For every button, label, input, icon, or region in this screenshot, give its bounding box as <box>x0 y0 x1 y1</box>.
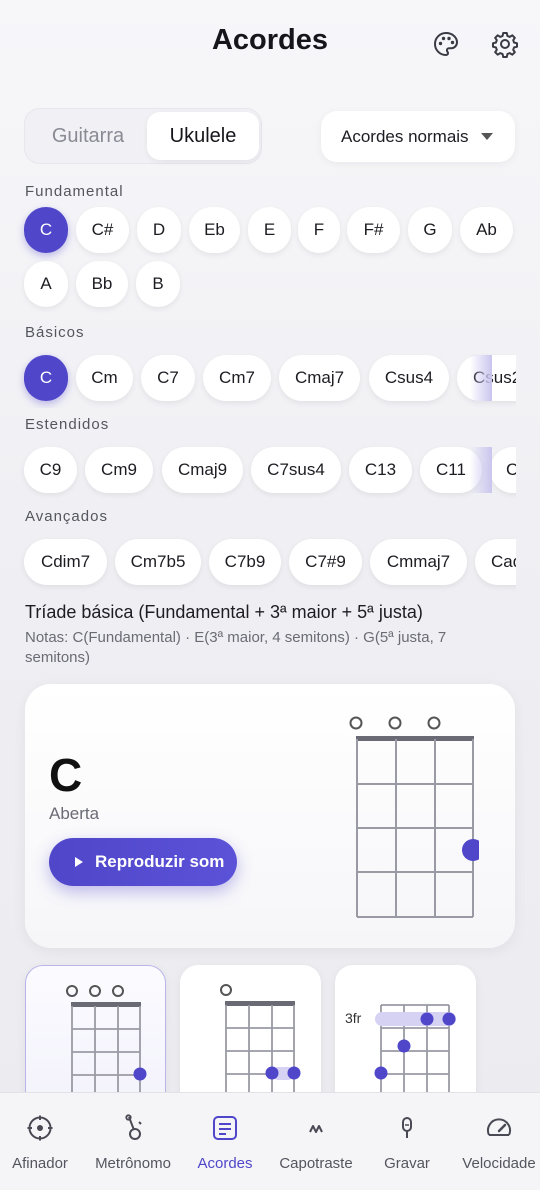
play-sound-button[interactable]: Reproduzir som <box>49 838 237 886</box>
microphone-icon <box>392 1113 422 1143</box>
chord-chip-cm9[interactable]: Cm9 <box>85 447 153 493</box>
instrument-ukulele-tab[interactable]: Ukulele <box>147 112 259 160</box>
tuner-icon <box>25 1113 55 1143</box>
chord-notes: Notas: C(Fundamental) · E(3ª maior, 4 se… <box>25 629 447 666</box>
chord-chip-c7sus4[interactable]: C7sus4 <box>251 447 341 493</box>
nav-label: Metrônomo <box>95 1155 171 1172</box>
chord-chip-cdim7[interactable]: Cdim7 <box>24 539 107 585</box>
palette-icon[interactable] <box>430 28 462 60</box>
chord-mode-dropdown[interactable]: Acordes normais <box>321 111 515 162</box>
gear-icon[interactable] <box>489 28 521 60</box>
play-icon <box>75 857 83 867</box>
play-label: Reproduzir som <box>95 852 225 871</box>
root-chip-d[interactable]: D <box>137 207 181 253</box>
nav-item-gravar[interactable]: Gravar <box>368 1093 446 1190</box>
nut <box>356 736 474 741</box>
chord-diagram <box>349 716 479 918</box>
section-label-avancados: Avançados <box>25 508 108 525</box>
chord-chip-cmaj9[interactable]: Cmaj9 <box>162 447 243 493</box>
root-chip-b[interactable]: B <box>136 261 180 307</box>
chords-icon <box>210 1113 240 1143</box>
chevron-down-icon <box>481 133 493 140</box>
finger-dot <box>462 839 479 861</box>
root-chip-c[interactable]: C <box>24 207 68 253</box>
nav-label: Afinador <box>12 1155 68 1172</box>
chord-chip-c7b9[interactable]: C7b9 <box>209 539 281 585</box>
chord-chip-c13[interactable]: C13 <box>349 447 412 493</box>
nav-label: Acordes <box>197 1155 253 1172</box>
instrument-guitarra-tab[interactable]: Guitarra <box>29 112 147 160</box>
root-chip-f-sharp[interactable]: F# <box>347 207 400 253</box>
nav-label: Gravar <box>384 1155 430 1172</box>
chord-chip-cmaj7[interactable]: Cmaj7 <box>279 355 360 401</box>
nav-label: Velocidade <box>462 1155 536 1172</box>
chord-type: Aberta <box>49 804 100 823</box>
chord-name: C <box>49 749 83 801</box>
section-label-fundamental: Fundamental <box>25 183 124 200</box>
open-string-marker <box>388 716 402 730</box>
open-string-marker <box>427 716 441 730</box>
bottom-nav: Afinador Metrônomo Acordes Capotraste Gr… <box>0 1092 540 1190</box>
section-label-basicos: Básicos <box>25 324 85 341</box>
root-chip-e[interactable]: E <box>248 207 291 253</box>
scroll-fade <box>470 355 492 401</box>
chord-chip-c6[interactable]: C6 <box>490 447 516 493</box>
nav-item-velocidade[interactable]: Velocidade <box>454 1093 540 1190</box>
root-chip-f[interactable]: F <box>298 207 340 253</box>
section-label-estendidos: Estendidos <box>25 416 110 433</box>
nav-item-metronomo[interactable]: Metrônomo <box>88 1093 178 1190</box>
capo-icon <box>301 1113 331 1143</box>
nav-item-capotraste[interactable]: Capotraste <box>270 1093 362 1190</box>
root-chip-g[interactable]: G <box>408 207 452 253</box>
open-string-marker <box>349 716 363 730</box>
root-chip-c-sharp[interactable]: C# <box>76 207 129 253</box>
chord-chip-cm7[interactable]: Cm7 <box>203 355 271 401</box>
chord-chip-c7sharp9[interactable]: C7#9 <box>289 539 362 585</box>
instrument-toggle: Guitarra Ukulele <box>24 108 262 164</box>
estendidos-row: C9 Cm9 Cmaj9 C7sus4 C13 C11 C6 <box>0 442 516 500</box>
chord-chip-cm[interactable]: Cm <box>76 355 133 401</box>
root-chip-eb[interactable]: Eb <box>189 207 240 253</box>
chord-card: C Aberta Reproduzir som <box>25 684 515 948</box>
chord-chip-cmmaj7[interactable]: Cmmaj7 <box>370 539 467 585</box>
avancados-row: Cdim7 Cm7b5 C7b9 C7#9 Cmmaj7 Cadd9 <box>0 534 516 592</box>
root-chip-ab[interactable]: Ab <box>460 207 513 253</box>
chord-chip-cm7b5[interactable]: Cm7b5 <box>115 539 201 585</box>
metronome-icon <box>118 1113 148 1143</box>
fret-label: 3fr <box>345 1010 362 1026</box>
nav-item-afinador[interactable]: Afinador <box>0 1093 80 1190</box>
chord-chip-cadd9[interactable]: Cadd9 <box>475 539 516 585</box>
basicos-row: C Cm C7 Cm7 Cmaj7 Csus4 Csus2 <box>0 350 516 408</box>
chord-description: Tríade básica (Fundamental + 3ª maior + … <box>25 602 423 622</box>
root-chip-bb[interactable]: Bb <box>76 261 128 307</box>
nav-label: Capotraste <box>279 1155 353 1172</box>
app-header: Acordes <box>0 0 540 90</box>
chord-chip-csus4[interactable]: Csus4 <box>369 355 449 401</box>
chord-chip-c7[interactable]: C7 <box>141 355 195 401</box>
nav-item-acordes[interactable]: Acordes <box>186 1093 264 1190</box>
chord-chip-c[interactable]: C <box>24 355 68 401</box>
scroll-fade <box>470 447 492 493</box>
root-chip-a[interactable]: A <box>24 261 68 307</box>
variation-diagram <box>220 984 301 1093</box>
speedometer-icon <box>484 1113 514 1143</box>
chord-chip-c9[interactable]: C9 <box>24 447 77 493</box>
variation-diagram <box>66 985 147 1094</box>
variation-diagram: 3fr <box>345 1004 456 1093</box>
chord-mode-value: Acordes normais <box>341 126 469 146</box>
